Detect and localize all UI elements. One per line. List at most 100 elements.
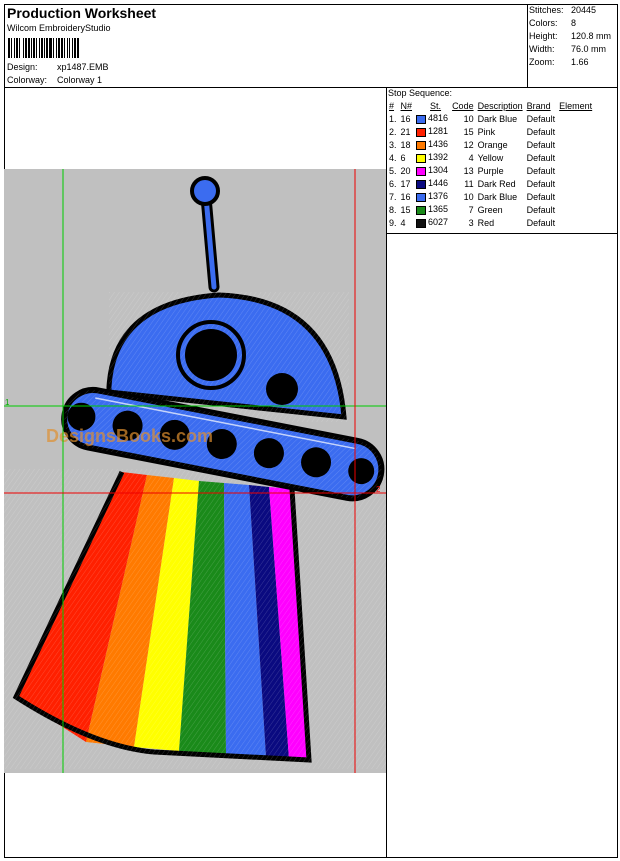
table-row: 6. 17 1446 11 Dark Red Default	[387, 177, 594, 190]
color-swatch	[416, 153, 427, 163]
needle-number-cell: 4	[400, 217, 406, 228]
needle-number-cell: 6	[400, 152, 406, 163]
barcode-bar	[77, 38, 79, 58]
stop-sequence-title: Stop Sequence:	[388, 88, 453, 98]
table-row: 9. 4 6027 3 Red Default	[387, 216, 594, 229]
software-name: Wilcom EmbroideryStudio	[7, 23, 111, 33]
stitch-count: 1436	[428, 139, 449, 150]
table-row: 3. 18 1436 12 Orange Default	[387, 138, 594, 151]
table-row: 8. 15 1365 7 Green Default	[387, 203, 594, 216]
col-header: Code	[452, 101, 474, 111]
color-description-cell: Purple	[477, 165, 504, 176]
stitch-count: 1392	[428, 152, 449, 163]
color-swatch	[416, 140, 427, 150]
needle-number-cell: 15	[400, 204, 411, 215]
stitch-count: 1365	[428, 204, 449, 215]
needle-number-cell: 18	[400, 139, 411, 150]
row-number-cell: 2.	[389, 126, 397, 137]
color-description-cell: Dark Blue	[477, 113, 518, 124]
color-description-cell: Yellow	[477, 152, 504, 163]
row-number-cell: 8.	[389, 204, 397, 215]
color-code-cell: 7	[468, 204, 474, 215]
element-cell	[557, 190, 594, 203]
color-swatch	[416, 205, 427, 215]
stop-sequence-panel: Stop Sequence: # N# St. Code Description…	[386, 87, 618, 234]
brand-cell: Default	[526, 126, 556, 137]
stitch-count: 1281	[428, 126, 449, 137]
col-header: Element	[559, 101, 593, 111]
color-swatch	[416, 127, 427, 137]
brand-cell: Default	[526, 113, 556, 124]
brand-cell: Default	[526, 191, 556, 202]
design-row: Design: xp1487.EMB	[7, 62, 109, 72]
color-description-cell: Green	[477, 204, 503, 215]
col-header: Brand	[526, 101, 551, 111]
needle-number-cell: 21	[400, 126, 411, 137]
row-number-cell: 9.	[389, 217, 397, 228]
stitch-count-cell: 1376	[414, 190, 450, 203]
element-cell	[557, 203, 594, 216]
stat-width: Width: 76.0 mm	[529, 44, 606, 54]
color-code-cell: 15	[463, 126, 474, 137]
element-cell	[557, 164, 594, 177]
table-row: 1. 16 4816 10 Dark Blue Default	[387, 112, 594, 125]
color-code-cell: 3	[468, 217, 474, 228]
color-swatch	[416, 114, 427, 124]
brand-cell: Default	[526, 139, 556, 150]
color-swatch	[416, 179, 427, 189]
table-row: 7. 16 1376 10 Dark Blue Default	[387, 190, 594, 203]
colorway-label: Colorway:	[7, 75, 48, 85]
element-cell	[557, 151, 594, 164]
stat-value: 76.0 mm	[571, 44, 607, 54]
color-code-cell: 13	[463, 165, 474, 176]
stitch-count: 4816	[428, 113, 449, 124]
stitch-count-cell: 1392	[414, 151, 450, 164]
stat-value: 20445	[571, 5, 597, 15]
colorway-value: Colorway 1	[57, 75, 103, 85]
stat-label: Colors:	[529, 18, 558, 28]
color-swatch	[416, 192, 427, 202]
element-cell	[557, 112, 594, 125]
stitch-count: 1376	[428, 191, 449, 202]
stat-colors: Colors: 8	[529, 18, 576, 28]
row-number-cell: 6.	[389, 178, 397, 189]
brand-cell: Default	[526, 152, 556, 163]
dome-window	[185, 329, 237, 381]
table-row: 2. 21 1281 15 Pink Default	[387, 125, 594, 138]
stitch-count: 6027	[428, 217, 449, 228]
color-description-cell: Pink	[477, 126, 496, 137]
element-cell	[557, 216, 594, 229]
stat-label: Stitches:	[529, 5, 564, 15]
stitch-count-cell: 1436	[414, 138, 450, 151]
brand-cell: Default	[526, 204, 556, 215]
stitch-count: 1446	[428, 178, 449, 189]
color-description-cell: Dark Blue	[477, 191, 518, 202]
needle-number-cell: 17	[400, 178, 411, 189]
element-cell	[557, 125, 594, 138]
stitch-count-cell: 1365	[414, 203, 450, 216]
table-row: 5. 20 1304 13 Purple Default	[387, 164, 594, 177]
color-code-cell: 4	[468, 152, 474, 163]
stop-sequence-table: # N# St. Code Description Brand Element …	[387, 100, 594, 229]
dome-porthole	[266, 373, 298, 405]
needle-number-cell: 16	[400, 191, 411, 202]
colorway-row: Colorway: Colorway 1	[7, 75, 102, 85]
stat-value: 120.8 mm	[571, 31, 612, 41]
table-row: 4. 6 1392 4 Yellow Default	[387, 151, 594, 164]
color-code-cell: 11	[464, 178, 474, 189]
end-marker: 2	[376, 485, 381, 494]
stat-value: 1.66	[571, 57, 589, 67]
color-code-cell: 10	[463, 113, 474, 124]
col-header: #	[389, 101, 395, 111]
beam-stitch-texture	[4, 469, 386, 769]
stat-value: 8	[571, 18, 577, 28]
stat-height: Height: 120.8 mm	[529, 31, 611, 41]
stitch-count-cell: 1446	[414, 177, 450, 190]
start-marker: 1	[5, 398, 10, 407]
brand-cell: Default	[526, 178, 556, 189]
antenna-ball	[190, 176, 220, 206]
watermark: DesignsBooks.com	[46, 426, 213, 446]
stitch-count-cell: 1281	[414, 125, 450, 138]
stitch-count: 1304	[428, 165, 449, 176]
row-number-cell: 4.	[389, 152, 397, 163]
